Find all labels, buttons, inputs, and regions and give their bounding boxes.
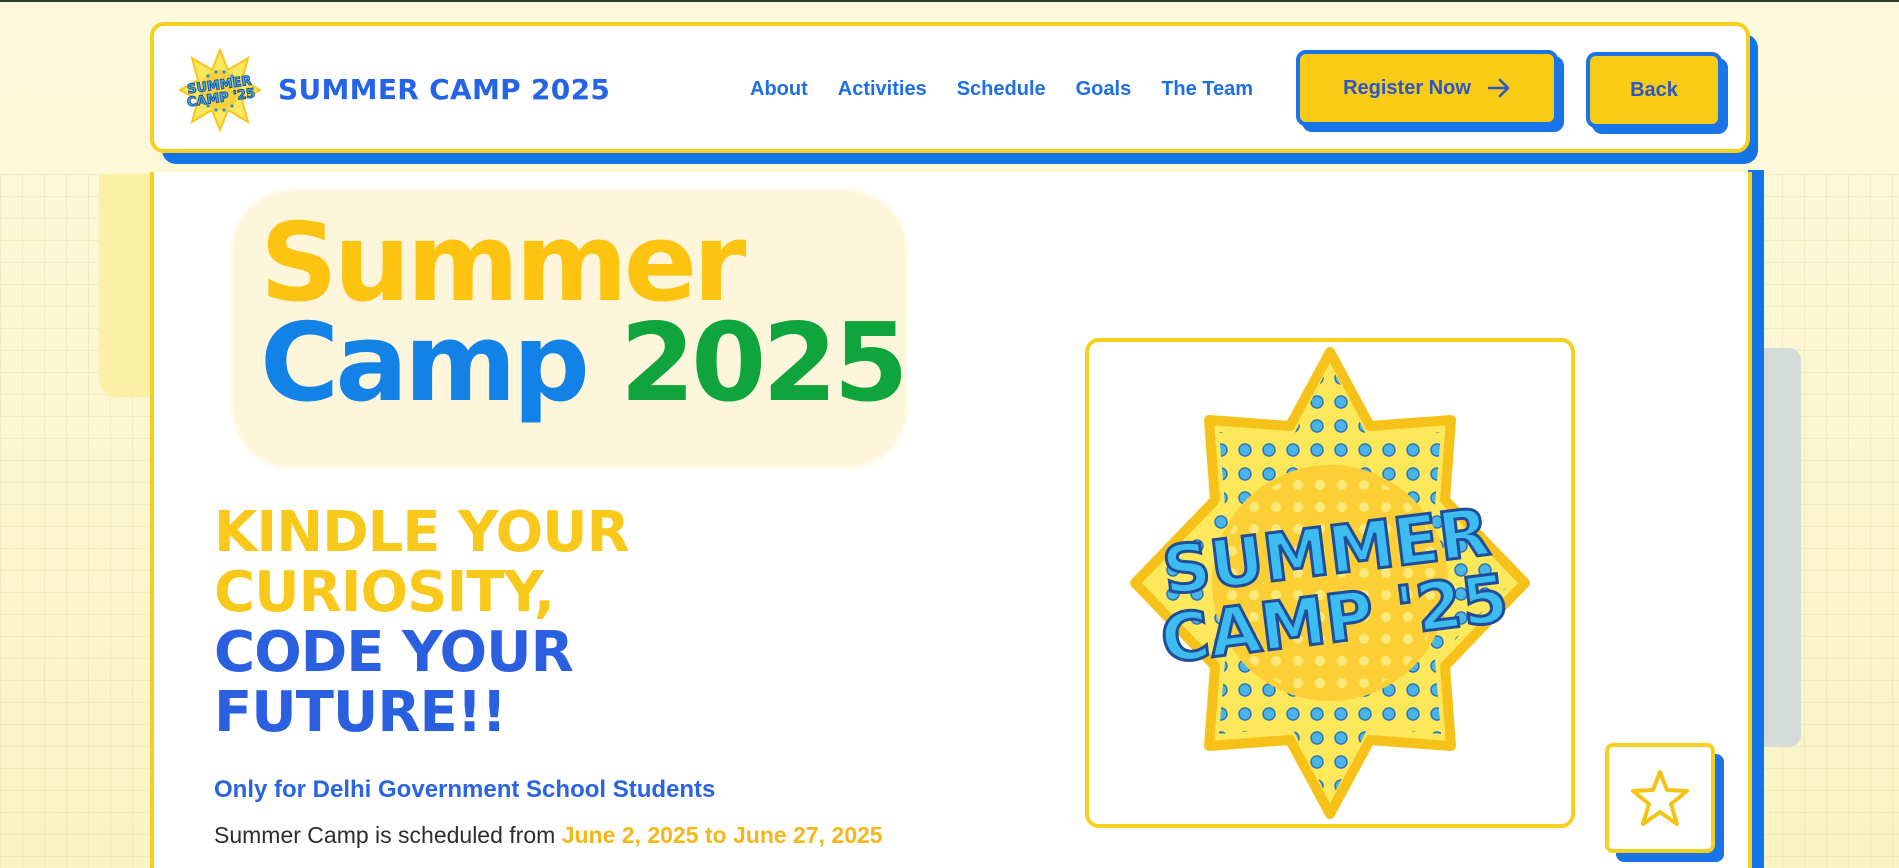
nav-the-team[interactable]: The Team — [1161, 78, 1253, 101]
navbar: SUMMER CAMP '25 SUMMER CAMP 2025 About A… — [150, 22, 1750, 153]
tagline-line3: CODE YOUR — [214, 620, 574, 685]
nav-schedule[interactable]: Schedule — [957, 78, 1046, 101]
register-now-label: Register Now — [1343, 76, 1471, 99]
schedule-dates: June 2, 2025 to June 27, 2025 — [561, 822, 883, 848]
camp-logo-frame: SUMMER CAMP '25 — [1085, 338, 1575, 828]
schedule-text: Summer Camp is scheduled from June 2, 20… — [214, 822, 883, 849]
star-button[interactable] — [1605, 743, 1715, 853]
eligibility-text: Only for Delhi Government School Student… — [214, 776, 716, 803]
tagline-line4: FUTURE!! — [214, 680, 507, 745]
arrow-right-icon — [1487, 78, 1510, 98]
hero-title-year: 2025 — [620, 301, 909, 426]
top-strip — [0, 0, 1899, 2]
nav-goals[interactable]: Goals — [1076, 78, 1132, 101]
tagline-line1: KINDLE YOUR — [214, 500, 630, 565]
schedule-prefix: Summer Camp is scheduled from — [214, 822, 556, 848]
nav-links: About Activities Schedule Goals The Team — [750, 78, 1253, 101]
register-now-button[interactable]: Register Now — [1296, 50, 1558, 126]
back-button[interactable]: Back — [1586, 52, 1722, 128]
nav-activities[interactable]: Activities — [838, 78, 927, 101]
hero-tagline: KINDLE YOUR CURIOSITY, CODE YOUR FUTURE!… — [214, 500, 630, 745]
summer-camp-badge-icon: SUMMER CAMP '25 — [1130, 347, 1530, 819]
hero-title-camp: Camp — [260, 301, 590, 426]
brand-title[interactable]: SUMMER CAMP 2025 — [278, 73, 610, 106]
nav-about[interactable]: About — [750, 78, 808, 101]
tagline-line2: CURIOSITY, — [214, 560, 555, 625]
star-icon — [1631, 770, 1689, 826]
summer-camp-logo-icon[interactable]: SUMMER CAMP '25 — [178, 48, 262, 132]
back-label: Back — [1630, 78, 1678, 101]
